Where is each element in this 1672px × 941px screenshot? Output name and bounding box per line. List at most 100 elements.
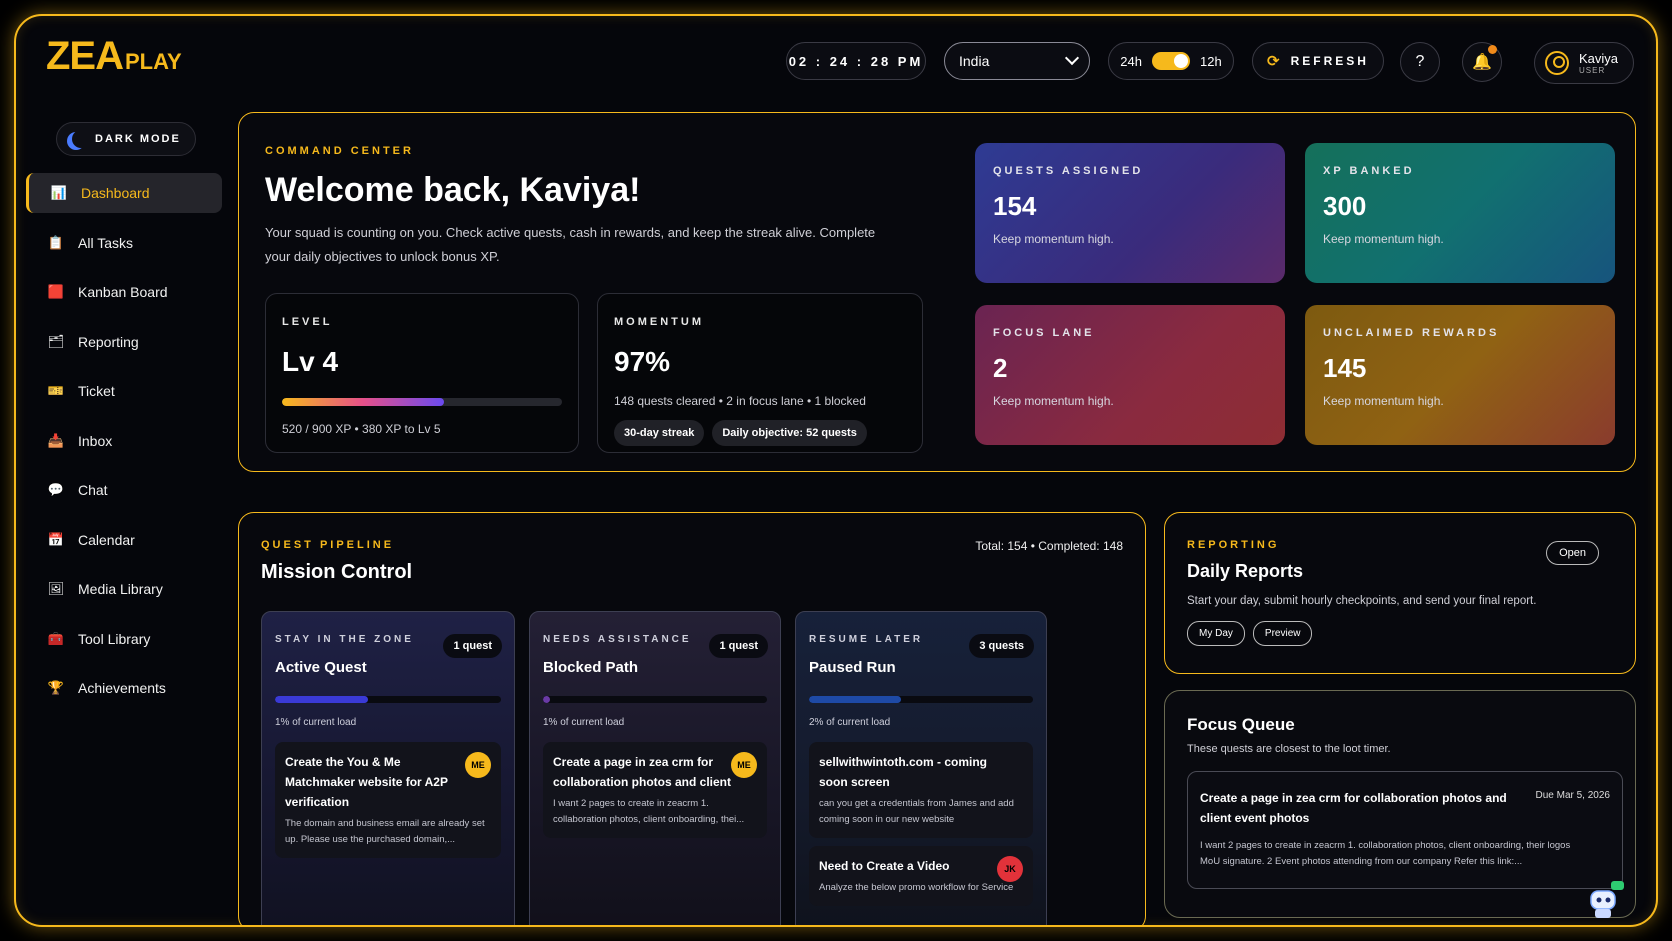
dark-mode-label: DARK MODE — [95, 133, 181, 145]
ticket-icon: 🎫 — [47, 383, 65, 398]
help-button[interactable]: ? — [1400, 42, 1440, 82]
sidebar-item-dashboard[interactable]: 📊 Dashboard — [26, 173, 222, 213]
kpi-value: 145 — [1323, 353, 1367, 383]
sidebar-item-label: Dashboard — [81, 185, 150, 201]
assistant-bot-icon[interactable] — [1581, 877, 1627, 923]
sidebar-item-label: Media Library — [78, 581, 163, 597]
kpi-quests-assigned[interactable]: QUESTS ASSIGNED 154 Keep momentum high. — [975, 143, 1285, 283]
task-title: sellwithwintoth.com - coming soon screen — [819, 755, 987, 789]
sidebar-item-inbox[interactable]: 📥 Inbox — [26, 421, 222, 461]
sidebar-item-label: Achievements — [78, 680, 166, 696]
kpi-label: FOCUS LANE — [993, 327, 1095, 339]
kpi-note: Keep momentum high. — [993, 232, 1114, 246]
reports-title: Daily Reports — [1187, 561, 1304, 581]
welcome-heading: Welcome back, Kaviya! — [265, 171, 641, 209]
image-icon: 🖼 — [47, 581, 65, 596]
xp-summary: 520 / 900 XP • 380 XP to Lv 5 — [282, 422, 441, 436]
lane-title: Paused Run — [809, 659, 896, 676]
focus-task-card[interactable]: Create a page in zea crm for collaborati… — [1187, 771, 1623, 889]
zeaplay-logo[interactable]: ZEA PLAY — [46, 34, 182, 79]
lane-blocked-path: NEEDS ASSISTANCE Blocked Path 1 quest 1%… — [529, 611, 781, 925]
momentum-value: 97% — [614, 346, 671, 377]
task-title: Need to Create a Video — [819, 859, 950, 873]
sidebar-item-label: Inbox — [78, 432, 113, 449]
task-description: can you get a credentials from James and… — [819, 798, 1014, 825]
sidebar-item-media-library[interactable]: 🖼 Media Library — [26, 569, 222, 609]
kpi-focus-lane[interactable]: FOCUS LANE 2 Keep momentum high. — [975, 305, 1285, 445]
focus-queue-panel: Focus Queue These quests are closest to … — [1164, 690, 1636, 918]
country-select[interactable]: India — [944, 42, 1090, 80]
kpi-note: Keep momentum high. — [1323, 394, 1444, 408]
chevron-down-icon — [1064, 50, 1080, 66]
sidebar-item-label: Chat — [78, 482, 108, 498]
pipeline-eyebrow: QUEST PIPELINE — [261, 539, 395, 551]
dashboard-icon: 📊 — [50, 185, 68, 200]
time-format-switch[interactable]: 24h 12h — [1108, 42, 1234, 80]
country-value: India — [959, 53, 990, 69]
preview-button[interactable]: Preview — [1252, 621, 1313, 646]
moon-icon — [72, 130, 90, 148]
task-card[interactable]: Create a page in zea crm for collaborati… — [543, 742, 767, 838]
assignee-badge: ME — [731, 752, 757, 778]
task-card[interactable]: Need to Create a Video Analyze the below… — [809, 846, 1033, 906]
task-card[interactable]: sellwithwintoth.com - coming soon screen… — [809, 742, 1033, 838]
format-12h-label: 12h — [1200, 53, 1222, 69]
sidebar-item-label: Ticket — [78, 383, 115, 399]
lane-active-quest: STAY IN THE ZONE Active Quest 1 quest 1%… — [261, 611, 515, 925]
dark-mode-toggle[interactable]: DARK MODE — [56, 122, 196, 156]
lane-load-fill — [809, 696, 901, 703]
kpi-note: Keep momentum high. — [1323, 232, 1444, 246]
format-24h-label: 24h — [1120, 53, 1142, 69]
sidebar-item-kanban[interactable]: 🟥 Kanban Board — [26, 272, 222, 312]
refresh-label: REFRESH — [1290, 54, 1369, 68]
sidebar-item-achievements[interactable]: 🏆 Achievements — [26, 668, 222, 708]
xp-progress-fill — [282, 398, 445, 406]
trophy-icon: 🏆 — [47, 680, 65, 695]
sidebar-item-tool-library[interactable]: 🧰 Tool Library — [26, 619, 222, 659]
lane-load-text: 1% of current load — [275, 717, 357, 728]
lane-load-fill — [543, 696, 550, 703]
user-menu[interactable]: Kaviya USER — [1534, 42, 1634, 84]
welcome-intro: Your squad is counting on you. Check act… — [265, 225, 876, 264]
lane-load-text: 2% of current load — [809, 717, 891, 728]
lane-count: 1 quest — [709, 634, 768, 658]
bell-icon: 🔔 — [1472, 54, 1492, 71]
kpi-value: 2 — [993, 353, 1008, 383]
task-title: Create a page in zea crm for collaborati… — [1200, 791, 1507, 825]
task-due-date: Due Mar 5, 2026 — [1535, 790, 1611, 801]
task-description: The domain and business email are alread… — [285, 818, 485, 845]
daily-objective-chip: Daily objective: 52 quests — [712, 420, 867, 446]
pipeline-total: Total: 154 • Completed: 148 — [975, 539, 1123, 553]
sidebar-item-calendar[interactable]: 📅 Calendar — [26, 520, 222, 560]
chat-icon: 💬 — [47, 482, 65, 497]
kpi-value: 154 — [993, 191, 1037, 221]
refresh-button[interactable]: ⟳ REFRESH — [1252, 42, 1384, 80]
task-card[interactable]: Create the You & Me Matchmaker website f… — [275, 742, 501, 858]
notifications-button[interactable]: 🔔 — [1462, 42, 1502, 82]
kpi-unclaimed-rewards[interactable]: UNCLAIMED REWARDS 145 Keep momentum high… — [1305, 305, 1615, 445]
sidebar-item-reporting[interactable]: 🗂 Reporting — [26, 322, 222, 362]
level-label: LEVEL — [282, 316, 333, 328]
momentum-card: MOMENTUM 97% 148 quests cleared • 2 in f… — [597, 293, 923, 453]
task-description: Analyze the below promo workflow for Ser… — [819, 882, 1014, 893]
task-title: Create the You & Me Matchmaker website f… — [285, 755, 448, 809]
task-description: I want 2 pages to create in zeacrm 1. co… — [553, 798, 745, 825]
format-toggle[interactable] — [1152, 52, 1190, 70]
sidebar-item-all-tasks[interactable]: 📋 All Tasks — [26, 223, 222, 263]
refresh-icon: ⟳ — [1267, 53, 1283, 70]
sidebar-item-label: Calendar — [78, 531, 135, 548]
sidebar-item-ticket[interactable]: 🎫 Ticket — [26, 371, 222, 411]
open-reports-button[interactable]: Open — [1546, 541, 1599, 565]
assignee-badge: ME — [465, 752, 491, 778]
clock-display: 02 : 24 : 28 PM — [786, 42, 926, 80]
sidebar-item-chat[interactable]: 💬 Chat — [26, 470, 222, 510]
focus-queue-title: Focus Queue — [1187, 715, 1295, 734]
sidebar-item-label: Tool Library — [78, 630, 151, 647]
reports-description: Start your day, submit hourly checkpoint… — [1187, 595, 1537, 607]
my-day-button[interactable]: My Day — [1187, 621, 1245, 646]
kpi-xp-banked[interactable]: XP BANKED 300 Keep momentum high. — [1305, 143, 1615, 283]
streak-chip: 30-day streak — [614, 420, 705, 446]
quest-pipeline-panel: QUEST PIPELINE Mission Control Total: 15… — [238, 512, 1146, 925]
xp-progress-bar — [282, 398, 562, 406]
lane-load-fill — [275, 696, 368, 703]
